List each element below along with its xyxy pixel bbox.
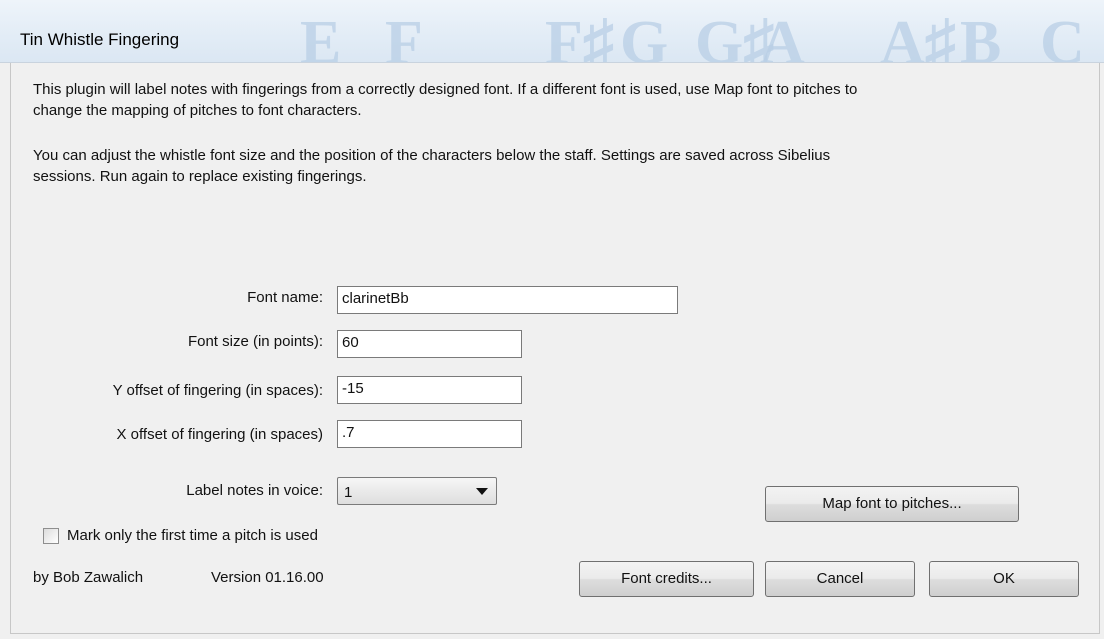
plugin-dialog: E F F♯ G G♯ A A♯ B C Tin Whistle Fingeri… — [0, 0, 1104, 639]
x-offset-field[interactable]: .7 — [337, 420, 522, 448]
watermark-note: F — [385, 9, 423, 63]
voice-select[interactable]: 1 — [337, 477, 497, 505]
description-paragraph-2: You can adjust the whistle font size and… — [33, 145, 830, 187]
title-bar[interactable]: E F F♯ G G♯ A A♯ B C Tin Whistle Fingeri… — [0, 0, 1104, 63]
description-line: This plugin will label notes with finger… — [33, 81, 858, 98]
y-offset-field[interactable]: -15 — [337, 376, 522, 404]
description-paragraph-1: This plugin will label notes with finger… — [33, 79, 857, 121]
font-size-field[interactable]: 60 — [337, 330, 522, 358]
font-name-label: Font name: — [247, 289, 323, 306]
x-offset-label: X offset of fingering (in spaces) — [116, 426, 324, 443]
chevron-down-icon — [476, 488, 488, 495]
watermark-note: G — [620, 9, 669, 63]
description-line: You can adjust the whistle font size and… — [33, 147, 831, 164]
watermark-note: C — [1040, 9, 1085, 63]
font-name-field[interactable]: clarinetBb — [337, 286, 678, 314]
font-credits-button[interactable]: Font credits... — [579, 561, 754, 597]
watermark-note: A♯ — [880, 9, 956, 63]
watermark-note: A — [760, 9, 805, 63]
watermark-note: E — [300, 9, 342, 63]
cancel-button[interactable]: Cancel — [765, 561, 915, 597]
voice-selected-value: 1 — [344, 484, 353, 501]
map-font-button[interactable]: Map font to pitches... — [765, 486, 1019, 522]
font-size-label: Font size (in points): — [187, 333, 323, 350]
voice-label: Label notes in voice: — [186, 482, 323, 499]
dialog-body: This plugin will label notes with finger… — [10, 63, 1100, 634]
window-title: Tin Whistle Fingering — [20, 30, 180, 49]
y-offset-label: Y offset of fingering (in spaces): — [112, 382, 323, 399]
first-time-label[interactable]: Mark only the first time a pitch is used — [67, 527, 318, 544]
ok-button[interactable]: OK — [929, 561, 1079, 597]
version-text: Version 01.16.00 — [211, 569, 324, 586]
first-time-checkbox[interactable] — [43, 528, 59, 544]
watermark-note: B — [960, 9, 1002, 63]
description-line: sessions. Run again to replace existing … — [33, 168, 367, 185]
description-line: change the mapping of pitches to font ch… — [33, 102, 362, 119]
watermark-note: F♯ — [545, 9, 614, 63]
author-text: by Bob Zawalich — [33, 569, 144, 586]
